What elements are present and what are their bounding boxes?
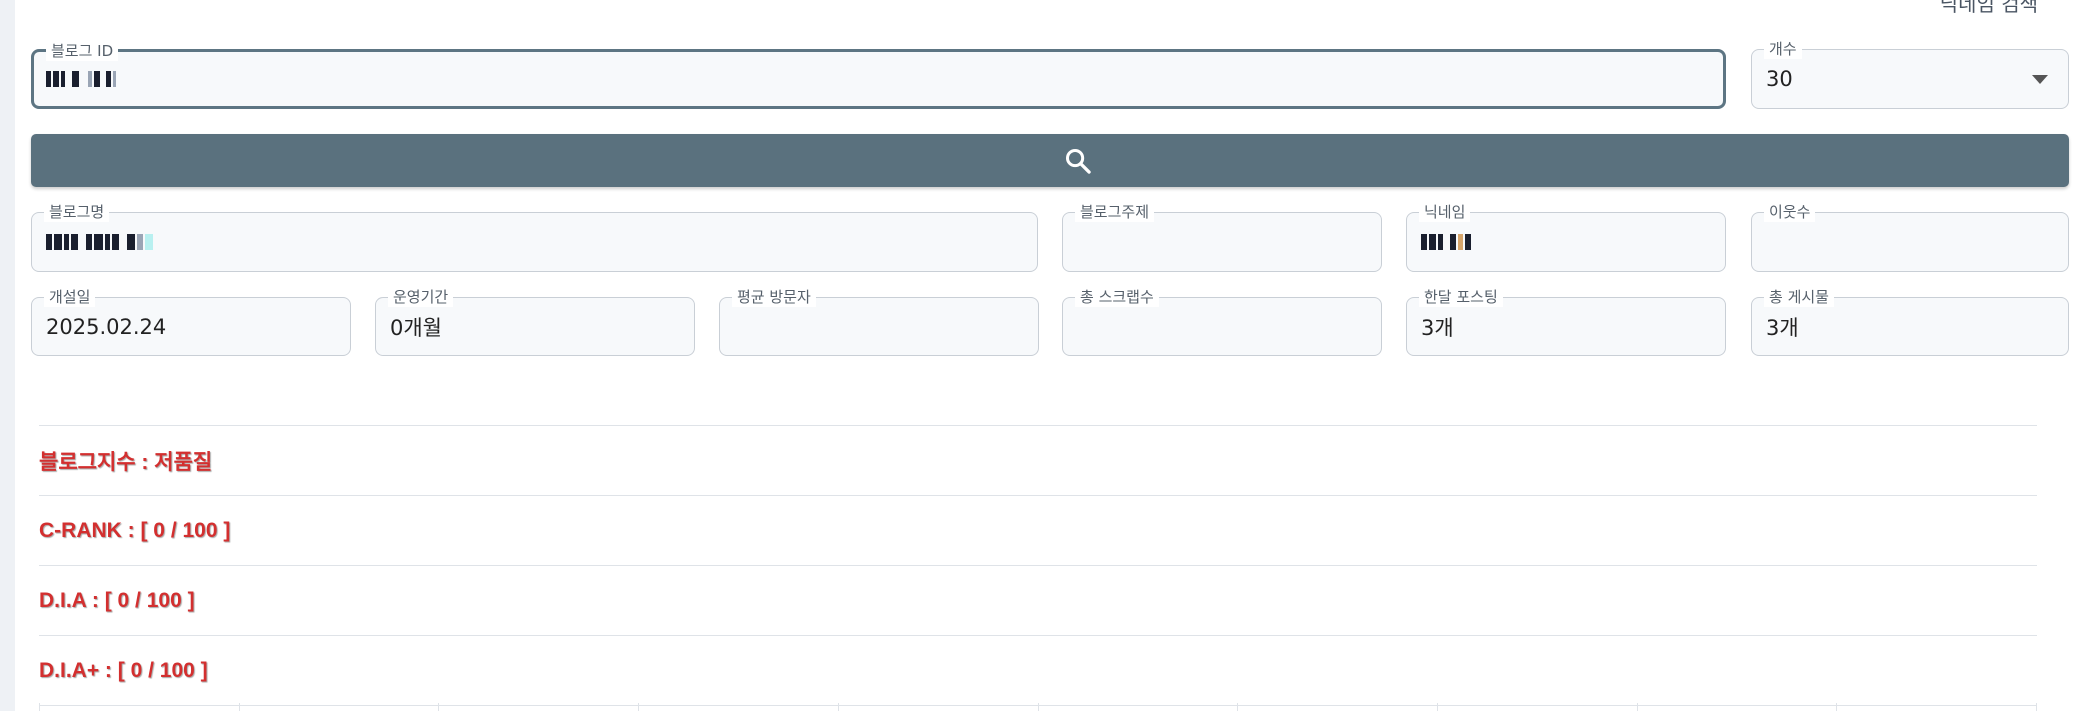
dia-row: D.I.A : [ 0 / 100 ] — [39, 566, 2037, 636]
nickname-field[interactable]: 닉네임 — [1406, 202, 1726, 272]
blog-topic-label: 블로그주제 — [1075, 202, 1155, 222]
total-posts-label: 총 게시물 — [1764, 287, 1834, 307]
blog-topic-field[interactable]: 블로그주제 — [1062, 202, 1382, 272]
neighbors-field[interactable]: 이웃수 — [1751, 202, 2069, 272]
search-button[interactable] — [31, 134, 2069, 187]
operating-period-label: 운영기간 — [388, 287, 454, 307]
avg-visitors-field[interactable]: 평균 방문자 — [719, 287, 1039, 356]
blog-id-value-redacted — [46, 71, 116, 87]
dropdown-arrow-icon[interactable] — [2032, 75, 2048, 84]
dia-text: D.I.A : [ 0 / 100 ] — [39, 588, 195, 612]
blog-index-text: 블로그지수 : 저품질 — [39, 450, 213, 474]
opened-date-label: 개설일 — [44, 287, 96, 307]
avg-visitors-label: 평균 방문자 — [732, 287, 816, 307]
monthly-posts-label: 한달 포스팅 — [1419, 287, 1503, 307]
monthly-posts-value: 3개 — [1421, 315, 1454, 340]
dia-plus-text: D.I.A+ : [ 0 / 100 ] — [39, 658, 208, 682]
nickname-search-link[interactable]: 닉네임 검색 — [1940, 0, 2038, 17]
blog-index-row: 블로그지수 : 저품질 — [39, 426, 2037, 496]
operating-period-field[interactable]: 운영기간 0개월 — [375, 287, 695, 356]
count-label: 개수 — [1764, 39, 1802, 59]
blog-name-label: 블로그명 — [44, 202, 110, 222]
blog-id-field[interactable]: 블로그 ID — [31, 41, 1726, 109]
opened-date-field[interactable]: 개설일 2025.02.24 — [31, 287, 351, 356]
blog-id-label: 블로그 ID — [46, 41, 119, 61]
nickname-label: 닉네임 — [1419, 202, 1471, 222]
count-value: 30 — [1766, 67, 1793, 91]
left-rail — [0, 0, 15, 711]
table-header-strip — [39, 703, 2038, 711]
neighbors-label: 이웃수 — [1764, 202, 1816, 222]
monthly-posts-field[interactable]: 한달 포스팅 3개 — [1406, 287, 1726, 356]
dia-plus-row: D.I.A+ : [ 0 / 100 ] — [39, 636, 2037, 706]
operating-period-value: 0개월 — [390, 315, 443, 340]
total-scraps-field[interactable]: 총 스크랩수 — [1062, 287, 1382, 356]
search-icon — [1065, 148, 1091, 174]
result-table: 블로그지수 : 저품질 C-RANK : [ 0 / 100 ] D.I.A :… — [39, 425, 2037, 706]
total-scraps-label: 총 스크랩수 — [1075, 287, 1159, 307]
count-select[interactable]: 개수 30 — [1751, 39, 2069, 109]
crank-text: C-RANK : [ 0 / 100 ] — [39, 518, 231, 542]
nickname-value-redacted — [1421, 234, 1471, 250]
crank-row: C-RANK : [ 0 / 100 ] — [39, 496, 2037, 566]
opened-date-value: 2025.02.24 — [46, 314, 167, 339]
blog-name-value-redacted — [46, 234, 153, 250]
total-posts-field[interactable]: 총 게시물 3개 — [1751, 287, 2069, 356]
blog-name-field[interactable]: 블로그명 — [31, 202, 1038, 272]
total-posts-value: 3개 — [1766, 315, 1799, 340]
